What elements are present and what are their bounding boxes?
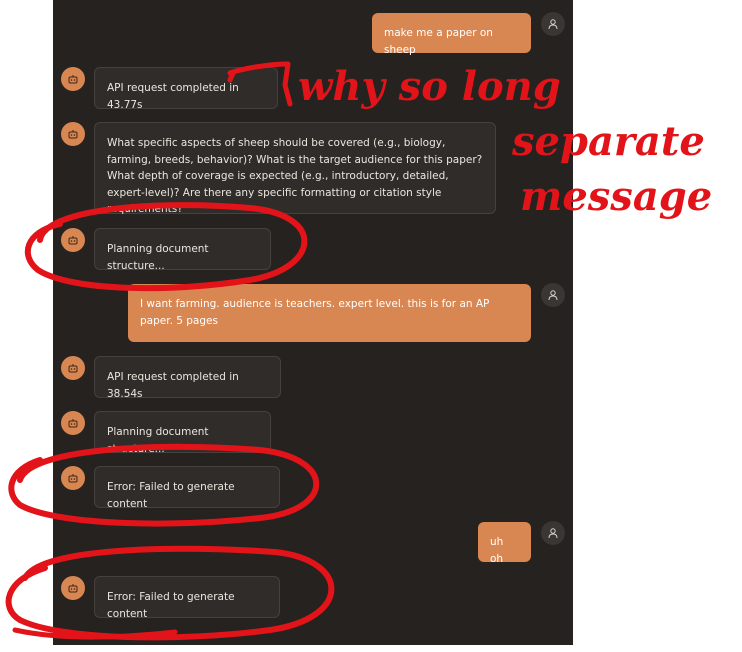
message-text: What specific aspects of sheep should be… [107,137,483,215]
bot-message: Planning document structure... [94,411,271,455]
message-text: I want farming. audience is teachers. ex… [140,298,490,327]
bot-avatar [61,356,85,380]
bot-avatar [61,411,85,435]
user-message: make me a paper on sheep [372,13,531,56]
user-icon [548,19,558,30]
bot-message: What specific aspects of sheep should be… [94,122,496,215]
message-text: API request completed in 38.54s [107,371,239,400]
bot-message: API request completed in 43.77s [94,67,278,111]
bot-message: Error: Failed to generate content [94,576,280,620]
user-icon [548,528,558,539]
screenshot-page: make me a paper on sheep API request com… [0,0,742,652]
message-text: Planning document structure... [107,426,209,455]
robot-icon [68,419,78,428]
chat-panel: make me a paper on sheep API request com… [53,0,573,645]
message-text: uh oh [490,536,504,565]
robot-icon [68,130,78,139]
user-message: uh oh [478,522,531,565]
message-text: Error: Failed to generate content [107,481,235,510]
bot-avatar [61,228,85,252]
user-message: I want farming. audience is teachers. ex… [128,284,531,342]
message-text: Planning document structure... [107,243,209,272]
bot-avatar [61,576,85,600]
user-avatar [541,521,565,545]
bot-avatar [61,466,85,490]
bot-avatar [61,122,85,146]
bot-message: Error: Failed to generate content [94,466,280,510]
message-text: make me a paper on sheep [384,27,493,56]
robot-icon [68,236,78,245]
robot-icon [68,584,78,593]
bot-message: API request completed in 38.54s [94,356,281,400]
robot-icon [68,474,78,483]
robot-icon [68,364,78,373]
user-avatar [541,12,565,36]
robot-icon [68,75,78,84]
message-text: API request completed in 43.77s [107,82,239,111]
user-icon [548,290,558,301]
message-text: Error: Failed to generate content [107,591,235,620]
user-avatar [541,283,565,307]
bot-message: Planning document structure... [94,228,271,272]
bot-avatar [61,67,85,91]
